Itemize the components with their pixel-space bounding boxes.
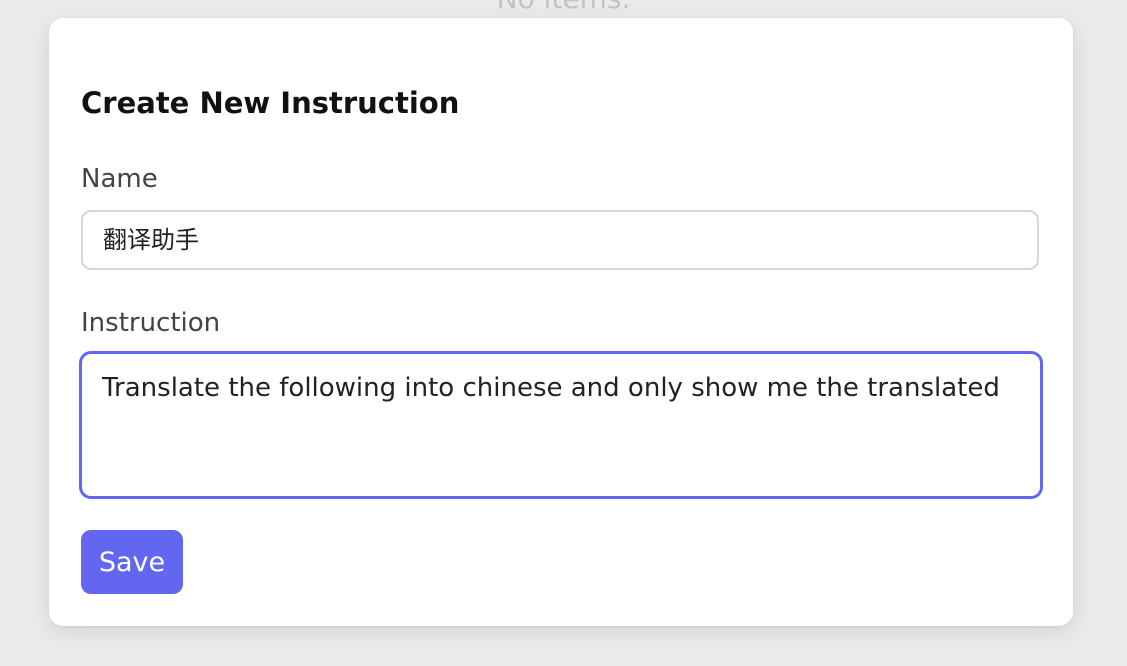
save-button[interactable]: Save [81, 530, 183, 594]
form-title: Create New Instruction [81, 86, 460, 120]
instruction-textarea[interactable]: Translate the following into chinese and… [79, 351, 1043, 499]
empty-list-text: No items. [0, 0, 1127, 15]
instruction-label: Instruction [81, 308, 221, 338]
create-instruction-card: Create New Instruction Name 翻译助手 Instruc… [49, 18, 1073, 626]
name-input[interactable]: 翻译助手 [81, 210, 1039, 270]
name-label: Name [81, 164, 158, 194]
